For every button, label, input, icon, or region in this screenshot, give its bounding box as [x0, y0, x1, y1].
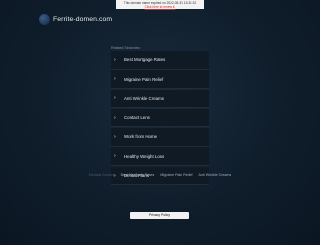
related-item-label: Work from Home — [124, 134, 158, 140]
globe-icon — [39, 14, 50, 25]
privacy-policy-button[interactable]: Privacy Policy — [130, 212, 189, 219]
chevron-right-icon: › — [114, 76, 116, 83]
bottom-links: Medical Doctors Best Mortgage Rates Migr… — [0, 173, 320, 177]
chevron-right-icon: › — [114, 95, 116, 102]
bottom-link[interactable]: Best Mortgage Rates — [121, 173, 155, 177]
related-item-label: Migraine Pain Relief — [124, 76, 164, 82]
related-searches: Related Searches: › Best Mortgage Rates … — [111, 46, 209, 186]
related-item[interactable]: › Anti Wrinkle Creams — [111, 89, 209, 109]
bottom-link[interactable]: Anti Wrinkle Creams — [199, 173, 232, 177]
related-item[interactable]: › Work from Home — [111, 128, 209, 147]
related-item[interactable]: › Migraine Pain Relief — [111, 70, 209, 89]
chevron-right-icon: › — [114, 114, 116, 121]
related-item-label: Best Mortgage Rates — [124, 57, 166, 63]
chevron-right-icon: › — [114, 153, 116, 160]
renew-link[interactable]: Click here to renew it. — [120, 5, 200, 9]
related-item-label: Anti Wrinkle Creams — [124, 95, 164, 101]
related-item[interactable]: › Contact Lens — [111, 108, 209, 128]
domain-title[interactable]: Ferrite-domen.com — [53, 16, 112, 23]
related-item-label: Healthy Weight Loss — [124, 153, 165, 159]
expiry-notice: This domain name expired on 2022-05-31 1… — [0, 0, 320, 10]
bottom-link[interactable]: Medical Doctors — [89, 173, 115, 177]
chevron-right-icon: › — [114, 56, 116, 63]
expiry-notice-box: This domain name expired on 2022-05-31 1… — [116, 0, 204, 9]
related-item-label: Contact Lens — [124, 115, 150, 121]
chevron-right-icon: › — [114, 133, 116, 140]
bottom-link[interactable]: Migraine Pain Relief — [160, 173, 192, 177]
related-item[interactable]: › Best Mortgage Rates — [111, 51, 209, 70]
site-header: Ferrite-domen.com — [39, 14, 112, 25]
related-item[interactable]: › Healthy Weight Loss — [111, 147, 209, 166]
